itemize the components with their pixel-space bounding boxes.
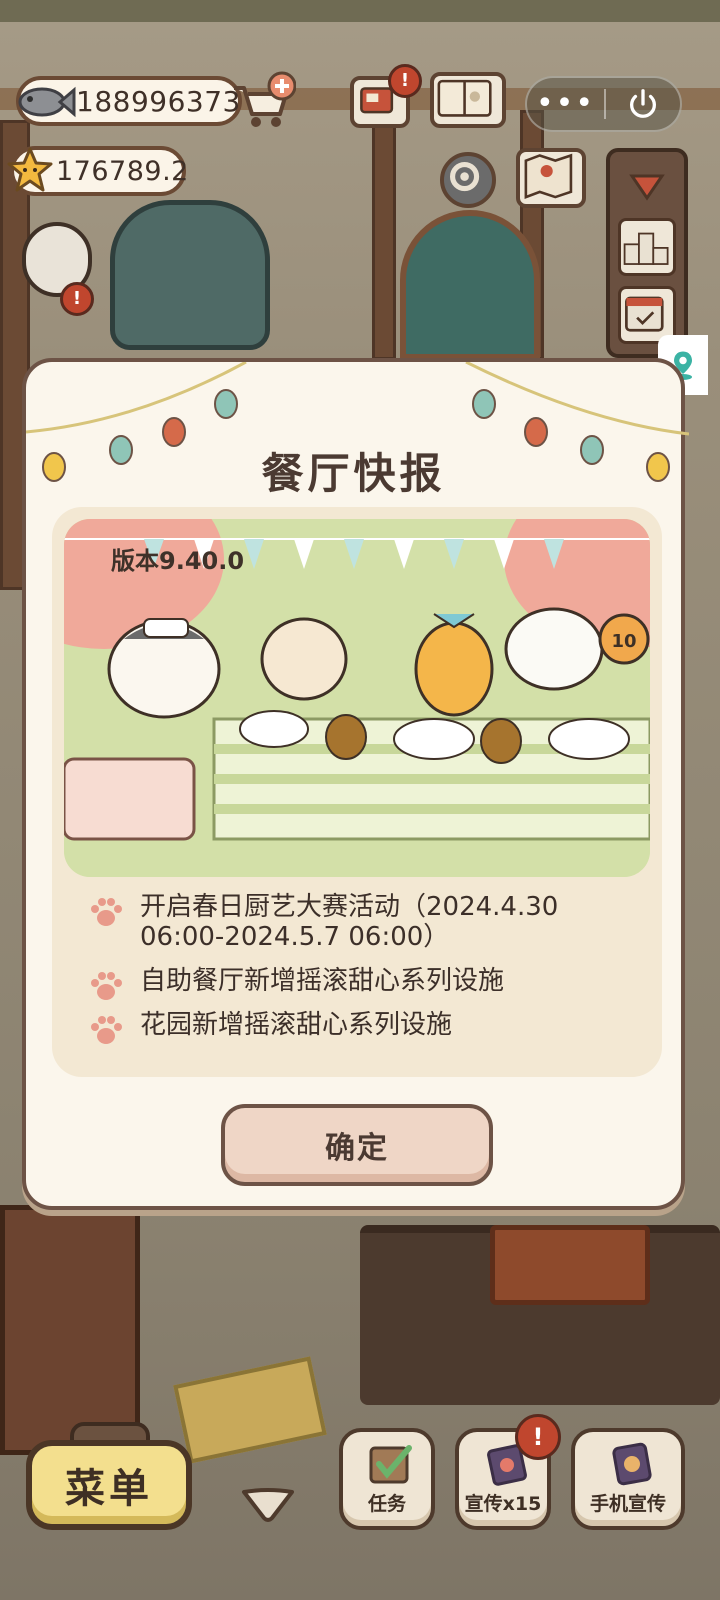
news-item-text: 花园新增摇滚甜心系列设施 [140,1010,453,1040]
side-panel [606,148,688,358]
menu-button[interactable]: 菜单 [26,1440,192,1530]
version-banner-illustration: 10 版本9.40.0 [64,519,650,877]
phone-promo-icon [612,1442,652,1486]
news-list: 开启春日厨艺大赛活动（2024.4.30 06:00-2024.5.7 06:0… [82,892,642,1054]
news-content-card: 10 版本9.40.0 开启春日厨艺大赛活动（2024.4.30 06:00-2… [52,507,662,1077]
star-currency: 176789.2 [7,146,189,196]
version-label: 版本9.40.0 [111,547,245,575]
promo-alert-badge: ! [515,1414,561,1460]
paw-icon [91,898,122,926]
more-icon[interactable]: ••• [527,76,604,132]
task-checkbox-icon [369,1445,412,1484]
ranking-podium-icon[interactable] [618,218,676,276]
paw-icon [91,972,122,1000]
wooden-cabinet [0,1205,140,1455]
star-amount: 176789.2 [56,155,189,187]
promo-label: 宣传x15 [464,1493,542,1515]
news-item-text: 自助餐厅新增摇滚甜心系列设施 [140,966,505,996]
fish-currency: 188996373 [16,76,242,126]
dialog-title: 餐厅快报 [261,449,446,498]
news-item: 开启春日厨艺大赛活动（2024.4.30 06:00-2024.5.7 06:0… [82,892,642,952]
power-icon[interactable] [606,76,680,132]
restaurant-news-dialog: 餐厅快报 10 版本9.40.0 开启春日厨艺大赛活动（2024.4.30 06… [22,358,689,1210]
phone-promo-label: 手机宣传 [589,1493,666,1515]
collapse-triangle-icon[interactable] [618,158,676,216]
confirm-button[interactable]: 确定 [221,1104,493,1186]
settings-gear-icon[interactable] [440,152,496,208]
number-sign: 10 [611,631,636,652]
task-label: 任务 [367,1493,406,1515]
star-icon [7,147,53,192]
news-item: 花园新增摇滚甜心系列设施 [82,1010,642,1044]
system-capsule: ••• [525,76,682,132]
decor-vase [110,200,270,350]
paw-icon [91,1016,122,1044]
news-item-text: 开启春日厨艺大赛活动（2024.4.30 06:00-2024.5.7 06:0… [140,892,559,952]
recipe-book-icon[interactable] [430,72,506,128]
cat-alert-badge: ! [60,282,94,316]
wood-pillar [372,110,396,360]
mail-alert-badge: ! [388,64,422,98]
food-crate [490,1225,650,1305]
fish-amount: 188996373 [76,84,241,118]
fish-icon [18,86,76,118]
news-item: 自助餐厅新增摇滚甜心系列设施 [82,966,642,1000]
chevron-down-icon[interactable] [238,1484,298,1524]
phone-promo-button[interactable]: 手机宣传 [571,1428,685,1530]
map-icon[interactable] [516,148,586,208]
shopping-cart-plus-icon[interactable] [230,70,296,132]
arched-doorway [400,210,540,360]
task-button[interactable]: 任务 [339,1428,435,1530]
